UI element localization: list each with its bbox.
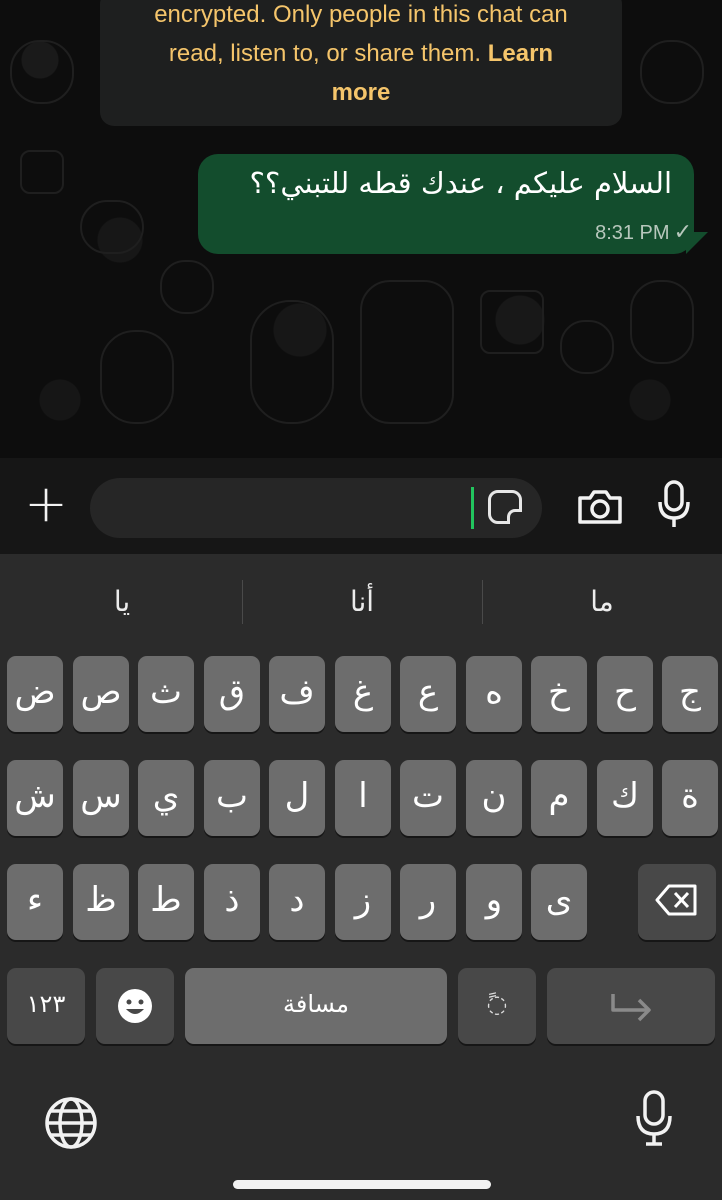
return-arrow-icon xyxy=(611,994,651,1022)
wallpaper-doodle xyxy=(250,300,334,424)
wallpaper-doodle xyxy=(10,40,74,104)
key[interactable]: ي xyxy=(138,760,194,836)
key[interactable]: ه xyxy=(466,656,522,732)
attach-plus-button[interactable]: + xyxy=(22,478,70,532)
key[interactable]: ذ xyxy=(204,864,260,940)
key[interactable]: ن xyxy=(466,760,522,836)
encryption-notice-line1: encrypted. Only people in this chat can xyxy=(154,1,568,28)
emoji-key[interactable] xyxy=(96,968,174,1044)
key[interactable]: ف xyxy=(269,656,325,732)
key[interactable]: ق xyxy=(204,656,260,732)
text-cursor xyxy=(471,487,474,529)
delete-icon xyxy=(655,884,697,916)
microphone-icon[interactable] xyxy=(656,480,692,530)
message-text: السلام عليكم ، عندك قطه للتبني؟؟ xyxy=(249,166,672,200)
return-key[interactable] xyxy=(547,968,715,1044)
suggestion-divider xyxy=(482,580,483,624)
key[interactable]: ض xyxy=(7,656,63,732)
wallpaper-doodle xyxy=(100,330,174,424)
wallpaper-doodle xyxy=(640,40,704,104)
wallpaper-doodle xyxy=(630,280,694,364)
key[interactable]: ب xyxy=(204,760,260,836)
key[interactable]: ز xyxy=(335,864,391,940)
wallpaper-doodle xyxy=(480,290,544,354)
message-input-bar: + xyxy=(0,458,722,554)
suggestion-3[interactable]: يا xyxy=(2,576,242,628)
wallpaper-doodle xyxy=(160,260,214,314)
wallpaper-doodle xyxy=(560,320,614,374)
dictation-mic-icon[interactable] xyxy=(634,1090,674,1148)
encryption-notice-text: read, listen to, or share them. xyxy=(168,40,488,67)
suggestion-2[interactable]: أنا xyxy=(242,576,482,628)
key[interactable]: د xyxy=(269,864,325,940)
key[interactable]: ت xyxy=(400,760,456,836)
chat-area[interactable]: encrypted. Only people in this chat can … xyxy=(0,0,722,458)
key[interactable]: ع xyxy=(400,656,456,732)
key[interactable]: ط xyxy=(138,864,194,940)
key[interactable]: ث xyxy=(138,656,194,732)
key[interactable]: ص xyxy=(73,656,129,732)
key[interactable]: س xyxy=(73,760,129,836)
key[interactable]: ء xyxy=(7,864,63,940)
key[interactable]: ج xyxy=(662,656,718,732)
diacritic-key[interactable]: ً◌ xyxy=(458,968,536,1044)
key[interactable]: ظ xyxy=(73,864,129,940)
suggestion-divider xyxy=(242,580,243,624)
key[interactable]: خ xyxy=(531,656,587,732)
globe-icon[interactable] xyxy=(44,1096,98,1150)
key[interactable]: ش xyxy=(7,760,63,836)
message-timestamp: 8:31 PM ✓ xyxy=(595,219,692,245)
key[interactable]: ك xyxy=(597,760,653,836)
message-time: 8:31 PM xyxy=(595,222,670,244)
emoji-icon xyxy=(118,989,152,1023)
key[interactable]: ل xyxy=(269,760,325,836)
home-indicator[interactable] xyxy=(233,1180,491,1189)
key[interactable]: غ xyxy=(335,656,391,732)
key[interactable]: و xyxy=(466,864,522,940)
wallpaper-doodle xyxy=(80,200,144,254)
key[interactable]: ة xyxy=(662,760,718,836)
encryption-notice[interactable]: encrypted. Only people in this chat can … xyxy=(100,0,622,126)
suggestion-1[interactable]: ما xyxy=(482,576,722,628)
key[interactable]: م xyxy=(531,760,587,836)
key[interactable]: ح xyxy=(597,656,653,732)
camera-icon[interactable] xyxy=(576,488,624,526)
key[interactable]: ر xyxy=(400,864,456,940)
backspace-key[interactable] xyxy=(638,864,716,940)
message-input[interactable] xyxy=(90,478,542,538)
space-key[interactable]: مسافة xyxy=(185,968,447,1044)
key[interactable]: ا xyxy=(335,760,391,836)
key[interactable]: ى xyxy=(531,864,587,940)
numbers-key[interactable]: ١٢٣ xyxy=(7,968,85,1044)
wallpaper-doodle xyxy=(20,150,64,194)
encryption-notice-line2: read, listen to, or share them. Learn xyxy=(100,34,622,73)
sent-check-icon: ✓ xyxy=(673,219,692,244)
learn-more-link-continued[interactable]: more xyxy=(100,73,622,112)
arabic-keyboard: ما أنا يا ج ح خ ه ع غ ف ق ث ص ض ة ك م ن … xyxy=(0,554,722,1200)
learn-more-link[interactable]: Learn xyxy=(488,40,553,67)
sticker-icon[interactable] xyxy=(488,490,522,524)
wallpaper-doodle xyxy=(360,280,454,424)
